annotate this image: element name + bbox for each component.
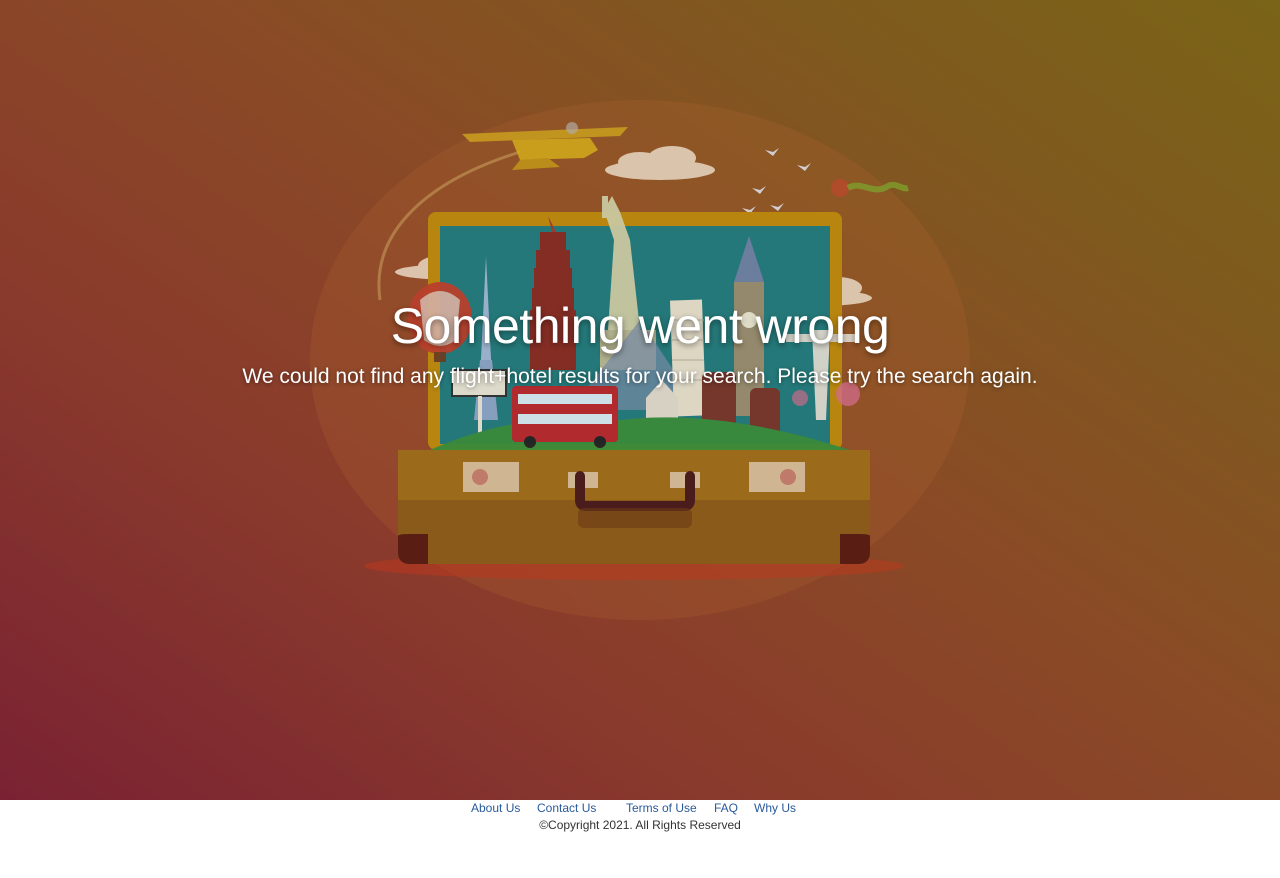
travel-suitcase-illustration-icon (310, 100, 970, 620)
error-message-block: Something went wrong We could not find a… (0, 296, 1280, 390)
footer-link-about-us[interactable]: About Us (471, 801, 520, 815)
error-title: Something went wrong (390, 298, 890, 354)
copyright-text: ©Copyright 2021. All Rights Reserved (539, 818, 741, 832)
footer-link-faq[interactable]: FAQ (714, 801, 738, 815)
footer: About Us Contact Us Terms of Use FAQ Why… (0, 800, 1280, 878)
error-description: We could not find any flight+hotel resul… (242, 365, 1038, 388)
footer-link-why-us[interactable]: Why Us (754, 801, 796, 815)
footer-link-contact-us[interactable]: Contact Us (537, 801, 596, 815)
hero-banner: Something went wrong We could not find a… (0, 0, 1280, 800)
footer-link-terms-of-use[interactable]: Terms of Use (626, 801, 697, 815)
footer-links: About Us Contact Us Terms of Use FAQ Why… (0, 800, 1280, 816)
